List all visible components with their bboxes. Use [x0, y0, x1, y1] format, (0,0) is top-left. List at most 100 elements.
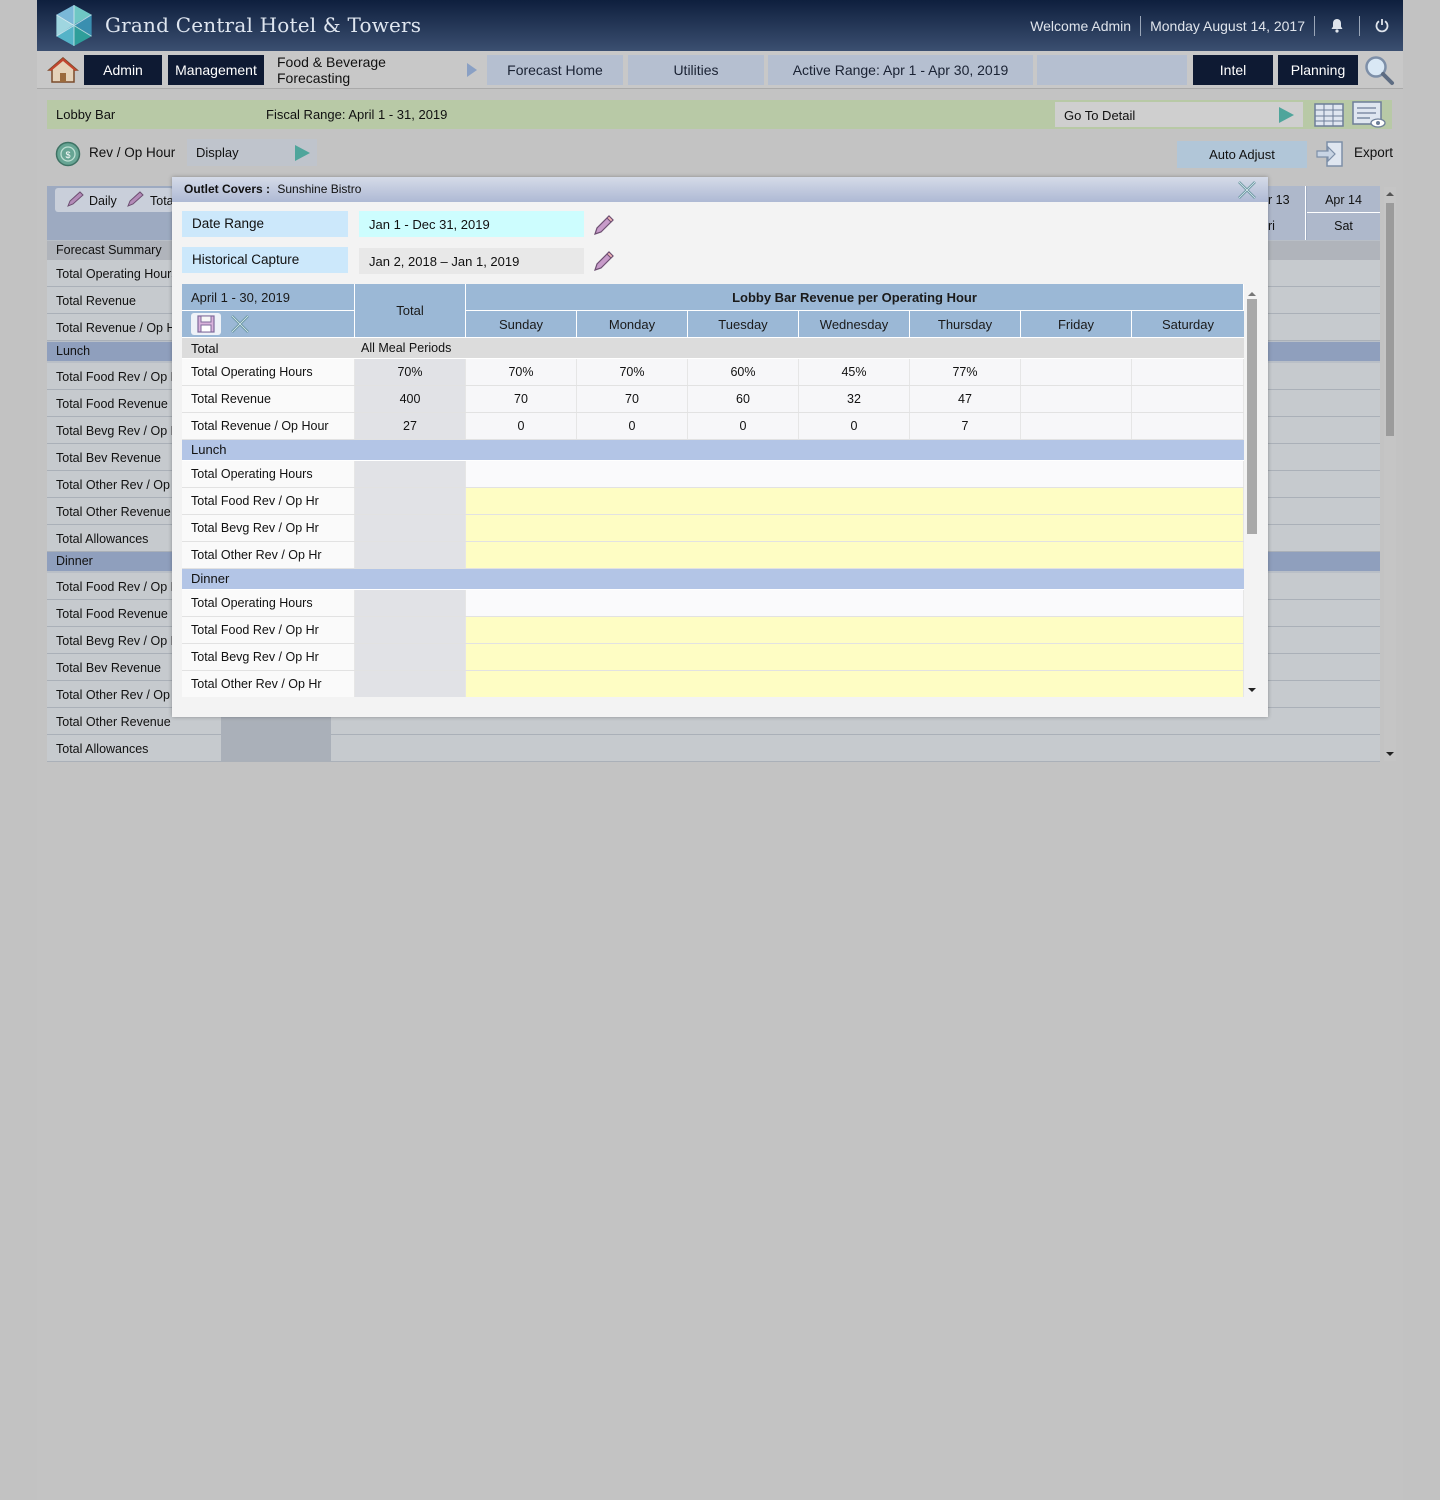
welcome-text: Welcome Admin [1030, 17, 1132, 34]
row-total-cell [355, 461, 466, 487]
cell: 70% [466, 359, 577, 385]
dialog-title-label: Outlet Covers : [184, 182, 271, 196]
date-range-field[interactable]: Jan 1 - Dec 31, 2019 [359, 211, 584, 237]
col-date-13: r 13 [1268, 186, 1306, 213]
scroll-down-icon[interactable] [1246, 685, 1258, 695]
nav-module-label: Food & Beverage Forecasting [277, 54, 386, 86]
row-label: Total Other Rev / Op Hr [182, 542, 355, 568]
main-nav: Admin Management Food & Beverage Forecas… [37, 51, 1403, 89]
editable-row-cells[interactable] [466, 488, 1244, 514]
cell [1021, 386, 1132, 412]
top-bar: Grand Central Hotel & Towers Welcome Adm… [37, 0, 1403, 51]
day-header-thursday: Thursday [910, 311, 1021, 338]
close-icon[interactable] [1236, 179, 1258, 201]
outlet-name: Lobby Bar [56, 107, 116, 122]
cell: 77% [910, 359, 1021, 385]
go-to-detail-label: Go To Detail [1064, 108, 1136, 123]
auto-adjust-button[interactable]: Auto Adjust [1177, 141, 1307, 168]
nav-blank-slot [1037, 55, 1187, 85]
logo-icon [56, 4, 92, 47]
home-icon[interactable] [47, 56, 79, 84]
export-icon[interactable] [1315, 139, 1345, 169]
save-icon[interactable] [191, 313, 221, 335]
row-total-cell [355, 671, 466, 697]
tab-total[interactable]: Tota [150, 194, 174, 208]
row-total-cell: 70% [355, 359, 466, 385]
cell: 70 [466, 386, 577, 412]
current-date: Monday August 14, 2017 [1150, 17, 1305, 34]
table-row: Total Food Rev / Op Hr [182, 488, 1244, 515]
edit-historical-pencil-icon[interactable] [592, 249, 616, 273]
section-dinner-header: Dinner [182, 569, 1244, 589]
row-cells[interactable] [466, 461, 1244, 487]
nav-utilities-button[interactable]: Utilities [628, 55, 764, 85]
cell: 60 [688, 386, 799, 412]
row-label: Total Food Rev / Op Hr [182, 488, 355, 514]
nav-forecast-home-button[interactable]: Forecast Home [487, 55, 623, 85]
cell: 0 [799, 413, 910, 439]
row-label: Total Bevg Rev / Op Hr [182, 515, 355, 541]
table-row: Total Operating Hours [182, 461, 1244, 488]
table-row: Total Food Rev / Op Hr [182, 617, 1244, 644]
row-label: Total Revenue [182, 386, 355, 412]
day-header-monday: Monday [577, 311, 688, 338]
scroll-thumb[interactable] [1386, 203, 1394, 436]
row-cells[interactable] [466, 590, 1244, 616]
power-icon[interactable] [1369, 18, 1395, 33]
bell-icon[interactable] [1324, 18, 1350, 33]
row-label: Total Operating Hours [182, 590, 355, 616]
table-row: Total Operating Hours [182, 590, 1244, 617]
scroll-up-icon[interactable] [1246, 289, 1258, 299]
dialog-scrollbar[interactable] [1246, 287, 1258, 695]
magnifier-icon[interactable] [1363, 54, 1395, 86]
go-arrow-icon[interactable] [1277, 106, 1295, 124]
cell: 70 [577, 386, 688, 412]
scroll-down-icon[interactable] [1384, 749, 1396, 759]
row-total-cell [355, 617, 466, 643]
go-to-detail-select[interactable]: Go To Detail [1055, 102, 1303, 127]
top-right-area: Welcome Admin Monday August 14, 2017 [1030, 0, 1403, 51]
cell [1132, 413, 1244, 439]
nav-management-button[interactable]: Management [168, 55, 264, 85]
cell: 0 [688, 413, 799, 439]
date-range-label: Date Range [182, 211, 348, 237]
row-label: Total Operating Hours [182, 461, 355, 487]
day-header-saturday: Saturday [1132, 311, 1244, 338]
row-total-cell [355, 488, 466, 514]
historical-capture-field[interactable]: Jan 2, 2018 – Jan 1, 2019 [359, 248, 584, 274]
grid-view-icon[interactable] [1314, 102, 1344, 128]
rev-op-hour-icon[interactable]: $ [55, 141, 81, 167]
editable-row-cells[interactable] [466, 542, 1244, 568]
table-row: Total Revenue / Op Hour 27 0 0 0 0 7 [182, 413, 1244, 440]
editable-row-cells[interactable] [466, 617, 1244, 643]
scroll-up-icon[interactable] [1384, 189, 1396, 199]
row-label: Total Revenue / Op Hour [182, 413, 355, 439]
editable-row-cells[interactable] [466, 515, 1244, 541]
display-arrow-icon[interactable] [293, 144, 311, 162]
cell: 70% [577, 359, 688, 385]
tab-daily[interactable]: Daily [89, 194, 117, 208]
edit-date-range-pencil-icon[interactable] [592, 213, 616, 237]
col-day-fri: ri [1268, 213, 1306, 240]
background-scrollbar[interactable] [1384, 187, 1396, 761]
historical-capture-label: Historical Capture [182, 247, 348, 273]
row-total-cell [355, 590, 466, 616]
list-view-icon[interactable] [1352, 101, 1386, 129]
editable-row-cells[interactable] [466, 644, 1244, 670]
editable-row-cells[interactable] [466, 671, 1244, 697]
scroll-thumb[interactable] [1247, 299, 1257, 534]
revenue-per-op-hour-table: April 1 - 30, 2019 Total Lobby Bar Reven… [182, 284, 1244, 697]
export-label[interactable]: Export [1354, 145, 1393, 160]
active-range-display[interactable]: Active Range: Apr 1 - Apr 30, 2019 [768, 55, 1033, 85]
col-day-sat: Sat [1307, 213, 1380, 240]
brand-name: Grand Central Hotel & Towers [105, 13, 422, 37]
rev-op-hour-label[interactable]: Rev / Op Hour [89, 145, 175, 160]
nav-intel-button[interactable]: Intel [1193, 55, 1273, 85]
cancel-icon[interactable] [229, 313, 251, 335]
cell [1132, 386, 1244, 412]
nav-planning-button[interactable]: Planning [1278, 55, 1358, 85]
display-label: Display [196, 145, 239, 160]
nav-admin-button[interactable]: Admin [84, 55, 162, 85]
cell: 0 [466, 413, 577, 439]
cell: 60% [688, 359, 799, 385]
